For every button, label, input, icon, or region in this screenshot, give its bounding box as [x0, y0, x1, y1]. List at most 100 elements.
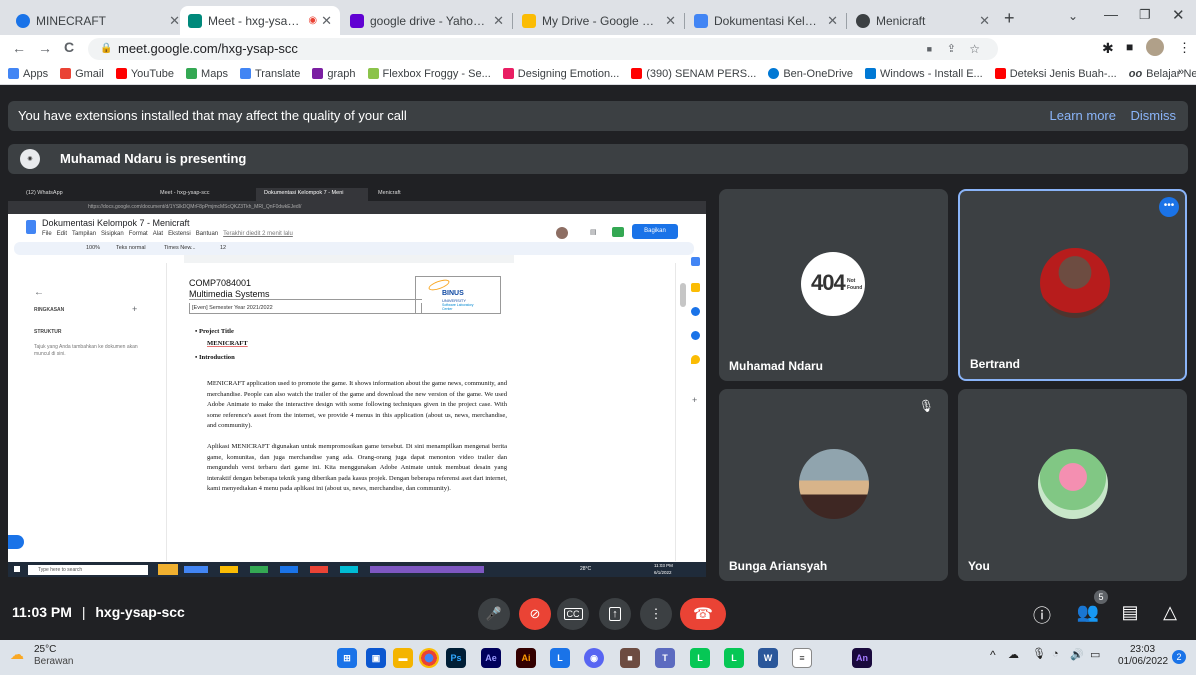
tab-separator: [684, 13, 685, 29]
notification-badge[interactable]: 2: [1172, 650, 1186, 664]
activities-icon[interactable]: △: [1158, 602, 1182, 623]
inner-tab: Meet - hxg-ysap-scc: [160, 190, 210, 196]
chat-icon[interactable]: ▤: [1118, 602, 1142, 623]
reload-icon[interactable]: C: [64, 39, 74, 55]
teams-icon[interactable]: T: [655, 648, 675, 668]
minecraft-icon[interactable]: ■: [620, 648, 640, 668]
tab-search-icon[interactable]: ⌄: [1068, 9, 1078, 23]
menu-format: Format: [128, 231, 148, 237]
captions-button[interactable]: CC: [557, 598, 589, 630]
bookmark-label: Ben-OneDrive: [783, 67, 854, 80]
notepad-icon[interactable]: ≡: [792, 648, 812, 668]
side-panel-icon[interactable]: ■: [1126, 40, 1133, 54]
word-icon[interactable]: W: [758, 648, 778, 668]
participant-tile-bertrand[interactable]: ••• Bertrand: [958, 189, 1187, 381]
leave-call-button[interactable]: ☎: [680, 598, 726, 630]
bookmark-label: graph: [327, 67, 356, 80]
participant-tile-ndaru[interactable]: 404 Not Found Muhamad Ndaru: [719, 189, 948, 381]
bookmark-onedrive[interactable]: Ben-OneDrive: [768, 68, 853, 80]
close-icon[interactable]: ✕: [979, 13, 990, 29]
close-icon[interactable]: ✕: [493, 13, 504, 29]
bookmark-senam[interactable]: (390) SENAM PERS...: [631, 68, 756, 80]
animate-icon[interactable]: An: [852, 648, 872, 668]
close-icon[interactable]: ✕: [827, 13, 838, 29]
mic-button[interactable]: 🎤: [478, 598, 510, 630]
sidebar-summary-label: RINGKASAN: [34, 307, 65, 313]
file-explorer-icon[interactable]: ▬: [393, 648, 413, 668]
mic-tray-icon[interactable]: 🎙: [1032, 647, 1046, 660]
participant-tile-bunga[interactable]: 🎙 Bunga Ariansyah: [719, 389, 948, 581]
browser-menu-icon[interactable]: ⋮: [1178, 40, 1191, 56]
photoshop-icon[interactable]: Ps: [446, 648, 466, 668]
wifi-icon[interactable]: ◔: [1052, 648, 1059, 660]
tray-chevron-icon[interactable]: ^: [990, 648, 996, 662]
bookmarks-overflow-icon[interactable]: »: [1178, 66, 1184, 78]
volume-icon[interactable]: 🔊: [1070, 648, 1084, 661]
lens-icon[interactable]: L: [550, 648, 570, 668]
url-field[interactable]: 🔒 meet.google.com/hxg-ysap-scc ■ ⇪ ☆: [88, 38, 998, 60]
weather-icon[interactable]: ☁: [10, 646, 24, 663]
participant-tile-you[interactable]: You: [958, 389, 1187, 581]
bookmark-youtube[interactable]: YouTube: [115, 68, 174, 80]
bookmark-graph[interactable]: graph: [312, 67, 356, 80]
back-icon[interactable]: ←: [12, 40, 26, 56]
tab-favicon: [16, 13, 30, 28]
after-effects-icon[interactable]: Ae: [481, 648, 501, 668]
forward-icon[interactable]: →: [38, 40, 52, 56]
illustrator-icon[interactable]: Ai: [516, 648, 536, 668]
new-tab-icon[interactable]: +: [1004, 8, 1015, 29]
minimize-icon[interactable]: —: [1104, 6, 1118, 22]
line-icon[interactable]: L: [690, 648, 710, 668]
browser-tab[interactable]: MINECRAFT ✕: [8, 6, 188, 35]
tab-separator: [512, 13, 513, 29]
share-icon[interactable]: ⇪: [947, 38, 956, 60]
camera-off-button[interactable]: ⊘: [519, 598, 551, 630]
learn-more-link[interactable]: Learn more: [1050, 101, 1116, 131]
chrome-icon[interactable]: [419, 648, 439, 668]
bookmark-label: Designing Emotion...: [517, 67, 620, 80]
dismiss-button[interactable]: Dismiss: [1131, 101, 1177, 131]
browser-tab[interactable]: Dokumentasi Kelompok 7 - ✕: [686, 6, 846, 35]
bookmark-flexbox[interactable]: Flexbox Froggy - Se...: [367, 68, 491, 80]
store-icon[interactable]: ▣: [366, 648, 386, 668]
window-close-icon[interactable]: ✕: [1172, 6, 1185, 24]
tab-label: My Drive - Google Drive: [542, 13, 662, 28]
restore-icon[interactable]: ❐: [1139, 7, 1151, 23]
bookmark-gmail[interactable]: Gmail: [60, 68, 104, 80]
docs-toolbar: 100% Teks normal Times New... 12: [14, 242, 694, 255]
bookmark-neural[interactable]: ooBelajar Neural Netw...: [1129, 68, 1196, 80]
bookmark-deteksi[interactable]: Deteksi Jenis Buah-...: [994, 68, 1117, 80]
present-button[interactable]: ↑: [599, 598, 631, 630]
close-icon[interactable]: ✕: [321, 13, 332, 29]
browser-tab[interactable]: Menicraft ✕: [848, 6, 998, 35]
bookmark-maps[interactable]: Maps: [186, 68, 228, 80]
extensions-icon[interactable]: ✱: [1102, 40, 1114, 57]
bookmark-apps[interactable]: Apps: [8, 68, 48, 80]
info-icon[interactable]: ⓘ: [1030, 602, 1054, 628]
browser-tab[interactable]: My Drive - Google Drive ✕: [514, 6, 684, 35]
camera-in-use-icon[interactable]: ■: [927, 38, 932, 60]
start-icon[interactable]: ⊞: [337, 648, 357, 668]
discord-icon[interactable]: ◉: [584, 648, 604, 668]
line-2-icon[interactable]: L: [724, 648, 744, 668]
bookmark-star-icon[interactable]: ☆: [969, 38, 980, 60]
close-icon[interactable]: ✕: [665, 13, 676, 29]
inner-app-icons: [184, 566, 484, 573]
more-options-button[interactable]: ⋮: [640, 598, 672, 630]
bookmark-designing[interactable]: Designing Emotion...: [502, 67, 620, 80]
info-separator: |: [81, 604, 86, 620]
comment-icon: ▤: [590, 229, 597, 236]
extension-warning-banner: You have extensions installed that may a…: [8, 101, 1188, 131]
paragraph-indonesian: Aplikasi MENICRAFT digunakan untuk mempr…: [207, 443, 507, 492]
browser-tab-active[interactable]: Meet - hxg-ysap-scc ◉ ✕: [180, 6, 340, 35]
battery-icon[interactable]: ▭: [1090, 648, 1100, 661]
browser-tab[interactable]: google drive - Yahoo Search ✕: [342, 6, 512, 35]
profile-avatar[interactable]: [1146, 38, 1164, 56]
onedrive-tray-icon[interactable]: ☁: [1008, 648, 1019, 661]
close-icon[interactable]: ✕: [169, 13, 180, 29]
more-options-icon[interactable]: •••: [1159, 197, 1179, 217]
paragraph-english: MENICRAFT application used to promote th…: [207, 380, 507, 429]
people-icon[interactable]: 👥: [1076, 602, 1100, 623]
bookmark-translate[interactable]: Translate: [239, 68, 300, 80]
bookmark-windows[interactable]: Windows - Install E...: [865, 68, 983, 80]
